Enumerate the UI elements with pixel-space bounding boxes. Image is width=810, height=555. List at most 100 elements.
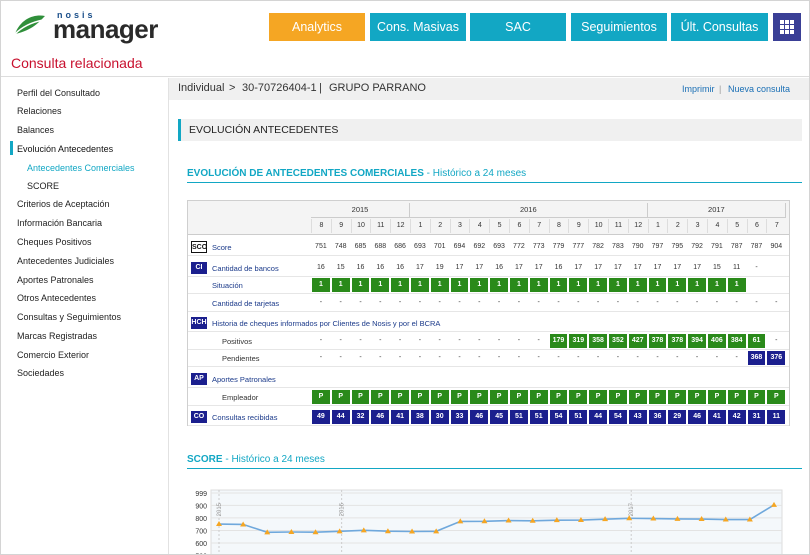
year-divider: [311, 217, 787, 218]
sidebar-item-consultas-seguimientos[interactable]: Consultas y Seguimientos: [17, 312, 121, 322]
table-cell: 33: [450, 410, 469, 424]
row-label: Consultas recibidas: [212, 413, 278, 422]
table-cell: -: [616, 299, 620, 306]
table-cell: P: [490, 390, 508, 404]
table-cell: 1: [727, 278, 746, 292]
print-link[interactable]: Imprimir: [682, 84, 715, 94]
month-header: 10: [588, 219, 608, 233]
apps-grid-icon[interactable]: [773, 13, 801, 41]
sidebar-item-score[interactable]: SCORE: [27, 181, 59, 191]
row-code-icon: AP: [191, 373, 207, 385]
sidebar-item-marcas-registradas[interactable]: Marcas Registradas: [17, 331, 97, 341]
month-header: 4: [707, 219, 727, 233]
table-cell: -: [656, 299, 659, 306]
table-cell: -: [398, 354, 402, 361]
table-cell: 688: [374, 243, 387, 250]
table-cell: 54: [549, 410, 568, 424]
commercial-underline: [187, 182, 802, 183]
table-cell: -: [755, 264, 758, 271]
table-cell: -: [695, 354, 699, 361]
table-cell: 1: [312, 278, 330, 292]
table-cell: [766, 278, 786, 292]
table-cell: 797: [651, 243, 664, 250]
sidebar-item-balances[interactable]: Balances: [17, 125, 54, 135]
row-label: Historia de cheques informados por Clien…: [212, 319, 441, 328]
nav-analytics[interactable]: Analytics: [269, 13, 365, 41]
year-marker-label: 2016: [340, 502, 346, 516]
table-cell: 16: [396, 264, 404, 271]
month-header: 7: [766, 219, 786, 233]
sidebar-item-otros-antecedentes[interactable]: Otros Antecedentes: [17, 293, 96, 303]
row-divider: [188, 331, 789, 332]
month-header: 10: [350, 219, 371, 233]
sidebar-item-informacion-bancaria[interactable]: Información Bancaria: [17, 218, 102, 228]
header: nosis manager Analytics Cons. Masivas SA…: [1, 1, 809, 51]
table-cell: 1: [371, 278, 390, 292]
nav-ult-consultas[interactable]: Últ. Consultas: [671, 13, 768, 41]
table-cell: 1: [708, 278, 726, 292]
table-cell: -: [577, 354, 580, 361]
table-cell: 16: [376, 264, 385, 271]
sidebar-item-comercio-exterior[interactable]: Comercio Exterior: [17, 350, 89, 360]
sidebar-item-cheques-positivos[interactable]: Cheques Positivos: [17, 237, 92, 247]
month-header: 12: [627, 219, 648, 233]
table-cell: [747, 278, 767, 292]
table-cell: -: [497, 299, 501, 306]
table-cell: 17: [653, 264, 662, 271]
table-cell: 1: [529, 278, 548, 292]
table-cell: 779: [552, 243, 565, 250]
table-cell: -: [676, 299, 679, 306]
new-query-link[interactable]: Nueva consulta: [728, 84, 790, 94]
table-cell: P: [747, 390, 766, 404]
table-cell: 17: [416, 264, 424, 271]
table-cell: 44: [589, 410, 607, 424]
table-cell: 376: [767, 351, 786, 365]
y-tick-label: 700: [195, 528, 207, 535]
table-cell: 1: [391, 278, 409, 292]
table-cell: 790: [631, 243, 644, 250]
table-cell: 1: [411, 278, 429, 292]
nosis-logo[interactable]: nosis manager: [13, 10, 163, 42]
table-cell: -: [636, 354, 639, 361]
breadcrumb-name: GRUPO PARRANO: [329, 82, 426, 94]
sidebar-item-evolucion[interactable]: Evolución Antecedentes: [17, 144, 113, 154]
table-cell: 694: [453, 243, 466, 250]
month-header: 11: [608, 219, 628, 233]
table-cell: P: [569, 390, 588, 404]
table-cell: -: [478, 337, 481, 344]
sidebar-item-aportes-patronales[interactable]: Aportes Patronales: [17, 275, 94, 285]
table-cell: 31: [747, 410, 766, 424]
table-cell: 51: [529, 410, 548, 424]
table-cell: -: [319, 354, 323, 361]
table-cell: 46: [371, 410, 390, 424]
y-tick-label: 600: [195, 541, 207, 548]
sidebar-item-relaciones[interactable]: Relaciones: [17, 106, 62, 116]
sidebar-item-antecedentes-judiciales[interactable]: Antecedentes Judiciales: [17, 256, 114, 266]
sidebar-item-perfil[interactable]: Perfil del Consultado: [17, 88, 100, 98]
table-cell: P: [648, 390, 667, 404]
table-cell: 384: [727, 334, 746, 348]
nav-sac[interactable]: SAC: [470, 13, 566, 41]
table-cell: 1: [430, 278, 449, 292]
sidebar-item-antecedentes-comerciales[interactable]: Antecedentes Comerciales: [27, 163, 135, 173]
table-cell: 378: [648, 334, 667, 348]
table-cell: 1: [490, 278, 508, 292]
table-cell: P: [411, 390, 429, 404]
row-divider: [188, 311, 789, 312]
table-cell: -: [735, 354, 738, 361]
table-cell: 49: [312, 410, 330, 424]
table-cell: P: [549, 390, 568, 404]
row-code-icon: SCO: [191, 241, 207, 253]
table-cell: 17: [673, 264, 682, 271]
sidebar-item-sociedades[interactable]: Sociedades: [17, 368, 64, 378]
table-cell: P: [589, 390, 607, 404]
table-cell: P: [470, 390, 489, 404]
y-tick-label: 900: [195, 503, 207, 510]
nav-seguimientos[interactable]: Seguimientos: [571, 13, 667, 41]
row-code-icon: CI: [191, 262, 207, 274]
table-cell: P: [510, 390, 528, 404]
nav-cons-masivas[interactable]: Cons. Masivas: [370, 13, 466, 41]
table-cell: 748: [334, 243, 347, 250]
table-cell: 17: [693, 264, 701, 271]
sidebar-item-criterios[interactable]: Criterios de Aceptación: [17, 199, 110, 209]
